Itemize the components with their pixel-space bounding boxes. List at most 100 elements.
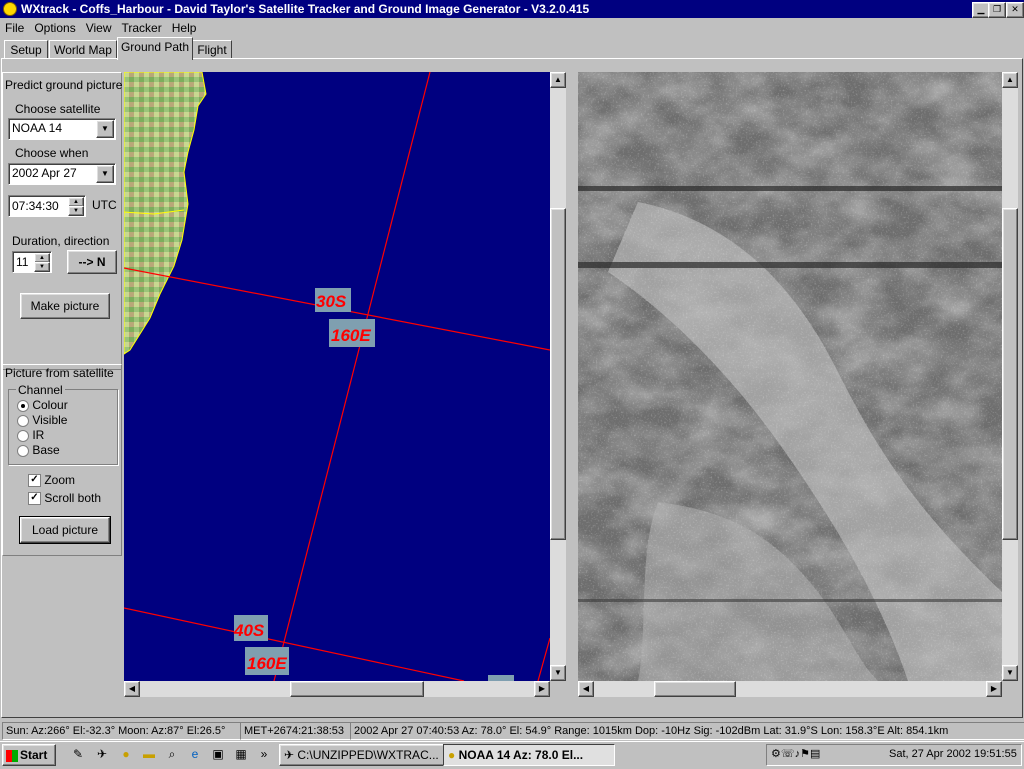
start-button[interactable]: Start [2,744,56,766]
spin-down-icon[interactable]: ▼ [68,206,84,216]
tab-flight[interactable]: Flight [192,40,232,59]
scroll-both-label: Scroll both [44,491,102,505]
radio-colour-label: Colour [32,398,68,412]
label-160e-a: 160E [331,326,371,345]
noise-line-2 [578,262,1002,268]
date-value: 2002 Apr 27 [12,166,77,180]
internet-explorer-icon[interactable]: e [187,746,203,762]
noise-line-1 [578,186,1002,191]
map-v-thumb[interactable] [550,208,566,540]
task-explorer[interactable]: ✈ C:\UNZIPPED\WXTRAC... [279,744,445,766]
duration-value: 11 [16,255,29,269]
predict-heading: Predict ground picture [5,78,123,92]
menu-options[interactable]: Options [29,21,80,35]
map-vertical-scrollbar[interactable]: ▲ ▼ [550,72,566,681]
image-h-thumb[interactable] [654,681,736,697]
channel-label: Channel [16,383,65,397]
utc-label: UTC [92,198,117,212]
photo-icon[interactable]: ▣ [210,746,226,762]
label-30s: 30S [316,292,347,311]
restore-icon: ❐ [992,4,1002,14]
satellite-value: NOAA 14 [12,121,63,135]
satellite-select[interactable]: NOAA 14 ▼ [8,118,116,140]
scroll-down-icon[interactable]: ▼ [1002,665,1018,681]
tab-setup[interactable]: Setup [4,40,48,59]
radio-visible-label: Visible [32,413,68,427]
make-picture-button[interactable]: Make picture [20,293,110,319]
windows-logo-icon [6,749,18,762]
satellite-image[interactable] [578,72,1002,681]
dropdown-arrow-icon[interactable]: ▼ [96,120,114,138]
image-horizontal-scrollbar[interactable]: ◀ ▶ [578,681,1002,697]
search-icon[interactable]: ⌕ [164,746,180,762]
task-noaa14-label: NOAA 14 Az: 78.0 El... [458,748,584,762]
status-met: MET+2674:21:38:53 [240,722,351,740]
ocean [124,72,550,681]
map-horizontal-scrollbar[interactable]: ◀ ▶ [124,681,550,697]
zoom-checkbox[interactable]: ✓ Zoom [28,473,75,488]
scroll-down-icon[interactable]: ▼ [550,665,566,681]
scroll-right-icon[interactable]: ▶ [534,681,550,697]
scroll-left-icon[interactable]: ◀ [578,681,594,697]
radio-base[interactable]: Base [17,443,60,457]
satellite-image-svg [578,72,1002,681]
start-label: Start [20,748,48,762]
radio-button-icon[interactable] [17,429,29,442]
edit-icon[interactable]: ✎ [70,746,86,762]
noise-line-3 [578,599,1002,602]
tab-ground-path[interactable]: Ground Path [117,37,193,60]
menu-tracker[interactable]: Tracker [117,21,167,35]
satellite-icon[interactable]: ✈ [94,746,110,762]
window-title: WXtrack - Coffs_Harbour - David Taylor's… [21,2,590,16]
time-spinner[interactable]: 07:34:30 ▲ ▼ [8,195,86,217]
status-sun-moon: Sun: Az:266° El:-32.3° Moon: Az:87° El:2… [2,722,241,740]
tray-icons[interactable]: ⚙☏♪⚑▤ [771,747,820,760]
status-pass: 2002 Apr 27 07:40:53 Az: 78.0° El: 54.9°… [350,722,1024,740]
radio-base-label: Base [32,443,60,457]
dropdown-arrow-icon[interactable]: ▼ [96,165,114,183]
radio-ir[interactable]: IR [17,428,44,442]
duration-spinner[interactable]: 11 ▲ ▼ [12,251,52,273]
choose-satellite-label: Choose satellite [15,102,101,116]
close-button[interactable]: ✕ [1006,2,1024,18]
menu-help[interactable]: Help [167,21,202,35]
image-v-thumb[interactable] [1002,208,1018,540]
checkmark-icon[interactable]: ✓ [28,492,41,506]
restore-button[interactable]: ❐ [988,2,1006,18]
map-app-icon[interactable]: ▦ [233,746,249,762]
direction-button[interactable]: --> N [67,250,117,274]
app-icon [3,2,17,16]
scroll-up-icon[interactable]: ▲ [1002,72,1018,88]
ground-path-map[interactable]: 30S 160E 40S 160E [124,72,550,681]
label-40s: 40S [233,621,265,640]
radio-button-icon[interactable] [17,414,29,427]
radio-colour[interactable]: Colour [17,398,68,412]
tab-world-map[interactable]: World Map [49,40,117,59]
time-value: 07:34:30 [12,199,59,213]
more-icon[interactable]: » [256,746,272,762]
spin-down-icon[interactable]: ▼ [34,262,50,272]
menu-bar: File Options View Tracker Help [0,19,1024,37]
radio-button-icon[interactable] [17,399,29,412]
folder-icon[interactable]: ▬ [141,746,157,762]
wxtrack-icon[interactable]: ● [118,746,134,762]
minimize-icon: ▁ [977,4,985,14]
checkmark-icon[interactable]: ✓ [28,474,41,488]
radio-button-icon[interactable] [17,444,29,457]
radio-visible[interactable]: Visible [17,413,67,427]
task-noaa14[interactable]: ● NOAA 14 Az: 78.0 El... [443,744,615,766]
date-select[interactable]: 2002 Apr 27 ▼ [8,163,116,185]
menu-view[interactable]: View [81,21,117,35]
image-vertical-scrollbar[interactable]: ▲ ▼ [1002,72,1018,681]
scroll-both-checkbox[interactable]: ✓ Scroll both [28,491,102,506]
map-h-thumb[interactable] [290,681,424,697]
predict-panel [2,72,122,370]
map-svg: 30S 160E 40S 160E [124,72,550,681]
menu-file[interactable]: File [0,21,29,35]
satellite-icon: ✈ [284,748,298,762]
load-picture-button[interactable]: Load picture [19,516,111,544]
clock[interactable]: Sat, 27 Apr 2002 19:51:55 [889,748,1017,760]
scroll-right-icon[interactable]: ▶ [986,681,1002,697]
scroll-up-icon[interactable]: ▲ [550,72,566,88]
scroll-left-icon[interactable]: ◀ [124,681,140,697]
